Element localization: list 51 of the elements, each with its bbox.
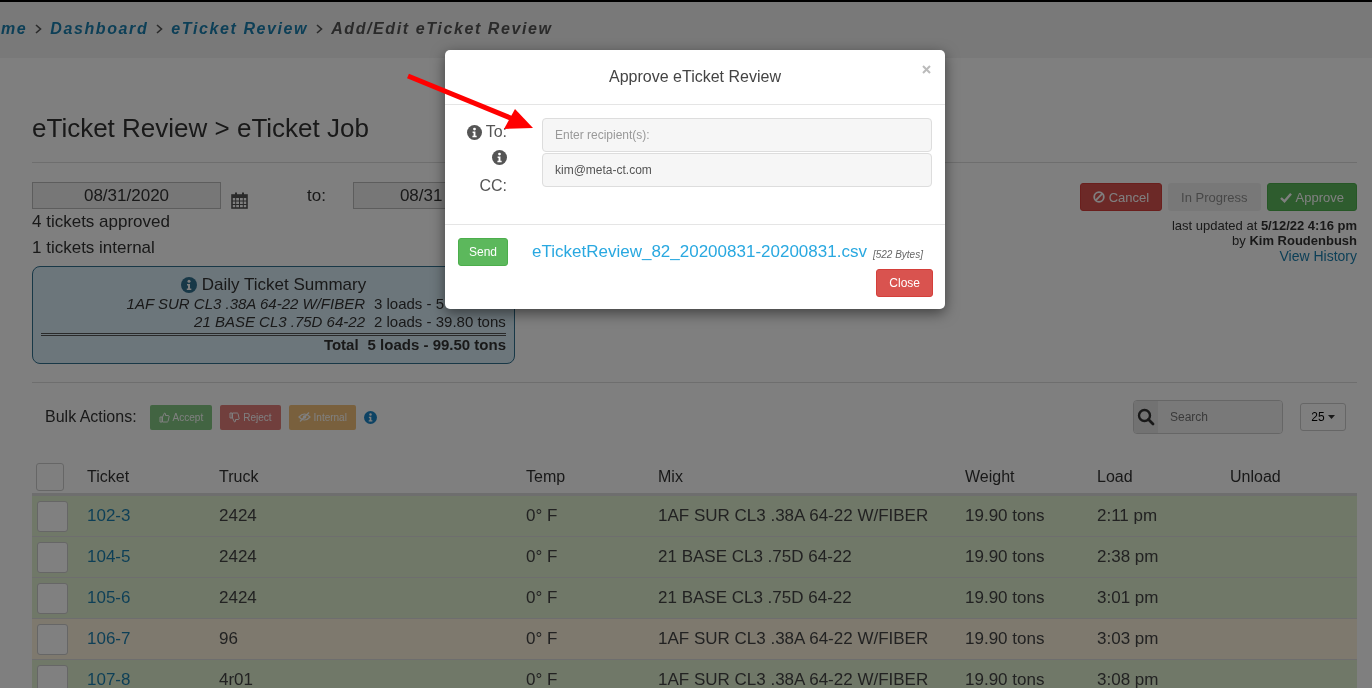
bulk-actions-label: Bulk Actions: — [45, 408, 137, 426]
summary-mix: 21 BASE CL3 .75D 64-22 — [194, 313, 365, 331]
stat-text: 1 tickets internal — [32, 237, 155, 259]
table-cell: 0° F — [526, 670, 558, 688]
table-cell: 0° F — [526, 547, 558, 566]
table-cell: 1AF SUR CL3 .38A 64-22 W/FIBER — [658, 506, 929, 525]
modal-title: Approve eTicket Review — [609, 68, 781, 86]
updated-by-text: by Kim Roudenbush — [1232, 233, 1357, 248]
table-cell: 19.90 tons — [965, 547, 1045, 566]
file-size-text: [522 Bytes] — [872, 248, 923, 260]
summary-total-label: Total — [323, 336, 359, 354]
table-cell: 0° F — [526, 506, 558, 525]
table-cell: 19.90 tons — [965, 588, 1045, 607]
column-header: Truck — [218, 468, 260, 486]
table-cell: 19.90 tons — [965, 629, 1045, 648]
to-label: To: — [485, 123, 507, 141]
table-cell: 3:08 pm — [1097, 670, 1159, 688]
summary-mix: 1AF SUR CL3 .38A 64-22 W/FIBER — [126, 295, 365, 313]
column-header: Unload — [1229, 468, 1282, 486]
table-cell: 19.90 tons — [965, 670, 1045, 688]
table-cell: 19.90 tons — [965, 506, 1045, 525]
table-cell: 4r01 — [219, 670, 254, 688]
column-header: Load — [1096, 468, 1134, 486]
table-cell: 2424 — [219, 547, 257, 566]
cc-label: CC: — [479, 177, 507, 195]
summary-loads: 3 loads - 5 — [374, 295, 446, 313]
table-cell: 3:03 pm — [1097, 629, 1159, 648]
table-cell: 2424 — [219, 506, 257, 525]
table-cell: 2424 — [219, 588, 257, 607]
to-label: to: — [307, 185, 326, 206]
table-cell: 0° F — [526, 588, 558, 607]
table-cell: 3:01 pm — [1097, 588, 1159, 607]
page-title: eTicket Review > eTicket Job — [32, 113, 369, 144]
table-cell: 21 BASE CL3 .75D 64-22 — [658, 547, 852, 566]
table-cell: 1AF SUR CL3 .38A 64-22 W/FIBER — [658, 670, 929, 688]
stat-text: 4 tickets approved — [32, 211, 170, 233]
table-cell: 2:11 pm — [1097, 506, 1158, 525]
summary-loads: 2 loads - 39.80 tons — [374, 313, 506, 331]
table-cell: 2:38 pm — [1097, 547, 1159, 566]
column-header: Ticket — [86, 468, 131, 486]
column-header: Mix — [657, 468, 684, 486]
breadcrumb-current: Add/Edit eTicket Review — [331, 20, 553, 38]
last-updated-text: last updated at 5/12/22 4:16 pm — [1171, 218, 1357, 233]
table-cell: 0° F — [526, 629, 558, 648]
table-cell: 21 BASE CL3 .75D 64-22 — [658, 588, 852, 607]
column-header: Temp — [525, 468, 567, 486]
table-cell: 1AF SUR CL3 .38A 64-22 W/FIBER — [658, 629, 929, 648]
column-header: Weight — [964, 468, 1016, 486]
summary-title: Daily Ticket Summary — [201, 275, 367, 295]
summary-total: 5 loads - 99.50 tons — [367, 336, 506, 354]
table-cell: 96 — [219, 629, 238, 648]
